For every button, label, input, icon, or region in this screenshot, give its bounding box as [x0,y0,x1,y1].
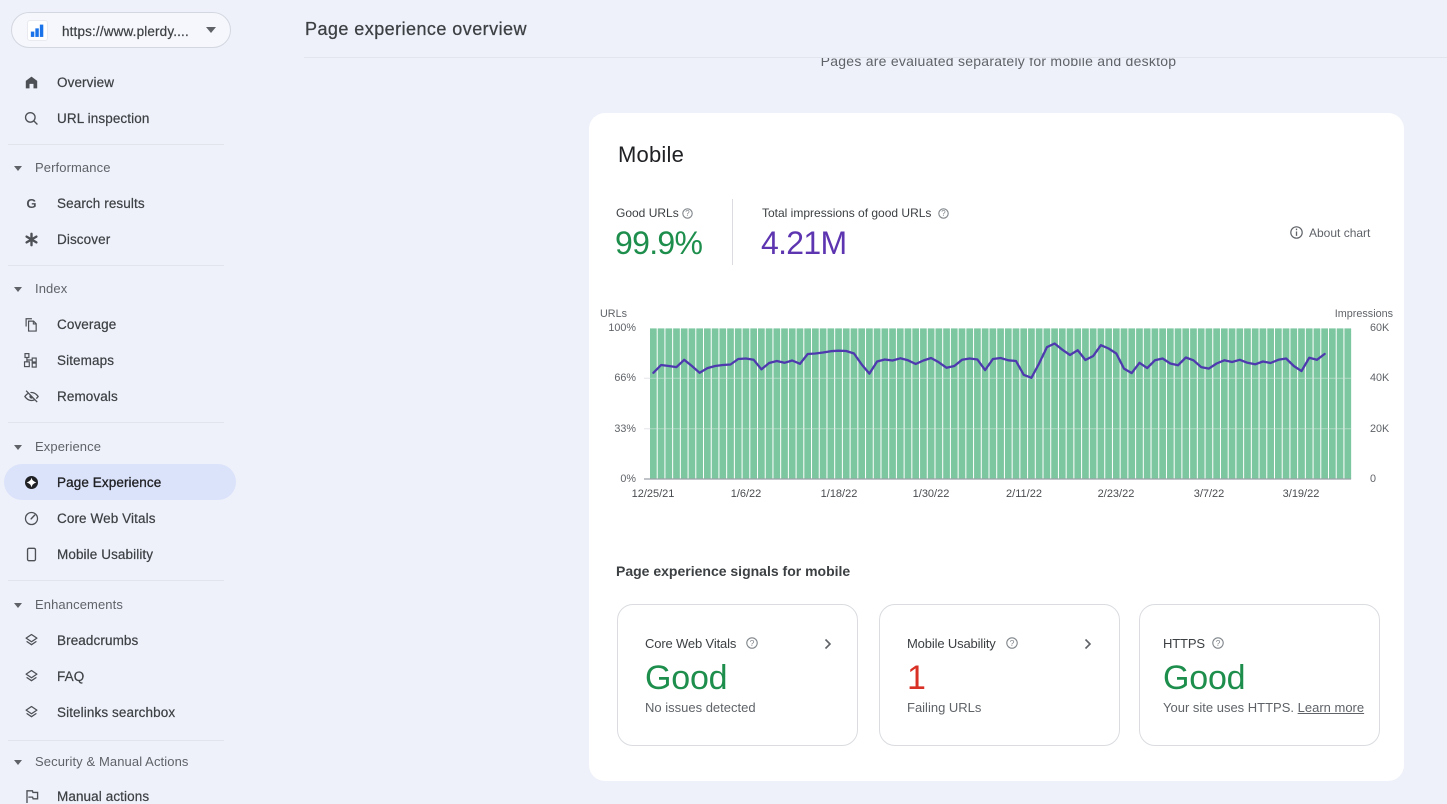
svg-text:?: ? [750,638,755,648]
svg-text:?: ? [685,209,690,218]
svg-text:?: ? [941,209,946,218]
svg-text:?: ? [1216,638,1221,648]
svg-text:G: G [26,196,36,211]
svg-text:?: ? [1010,638,1015,648]
